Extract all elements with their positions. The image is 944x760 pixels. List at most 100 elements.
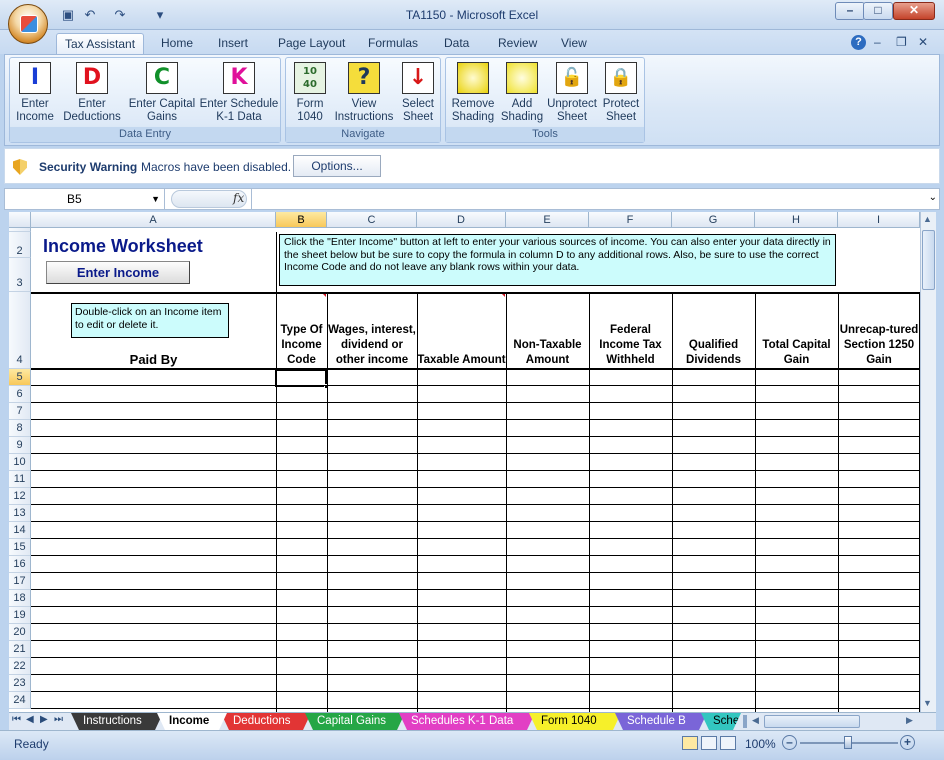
column-header-e[interactable]: E	[506, 212, 589, 228]
scroll-up-icon[interactable]: ▲	[923, 214, 932, 224]
row-header-2[interactable]: 2	[9, 232, 31, 258]
enter-deductions-button[interactable]: D Enter Deductions	[60, 62, 124, 124]
row-header-17[interactable]: 17	[9, 573, 31, 590]
row-header-18[interactable]: 18	[9, 590, 31, 607]
enter-income-sheet-button[interactable]: Enter Income	[46, 261, 190, 284]
header-top-border	[31, 292, 920, 294]
maximize-button[interactable]: □	[863, 2, 893, 20]
column-header-c[interactable]: C	[327, 212, 417, 228]
vertical-scrollbar[interactable]: ▲ ▼	[920, 212, 936, 712]
enter-capital-gains-button[interactable]: C Enter Capital Gains	[126, 62, 198, 124]
scroll-left-icon[interactable]: ◀	[752, 715, 759, 726]
select-all-corner[interactable]	[9, 212, 31, 228]
row-header-9[interactable]: 9	[9, 437, 31, 454]
scroll-down-icon[interactable]: ▼	[923, 698, 932, 708]
column-header-f[interactable]: F	[589, 212, 672, 228]
ribbon-restore-icon[interactable]: ❐	[896, 35, 907, 49]
normal-view-icon[interactable]	[682, 736, 698, 750]
select-sheet-button[interactable]: ↓ Select Sheet	[396, 62, 440, 124]
name-box[interactable]: B5 ▼	[5, 189, 165, 209]
sheet-tab-capital-gains[interactable]: Capital Gains	[305, 713, 405, 730]
page-break-view-icon[interactable]	[720, 736, 736, 750]
row-header-23[interactable]: 23	[9, 675, 31, 692]
row-header-14[interactable]: 14	[9, 522, 31, 539]
tab-page-layout[interactable]: Page Layout	[270, 33, 353, 54]
zoom-slider-thumb[interactable]	[844, 736, 852, 749]
tab-tax-assistant[interactable]: Tax Assistant	[56, 33, 145, 54]
tab-data[interactable]: Data	[436, 33, 477, 54]
row-header-8[interactable]: 8	[9, 420, 31, 437]
row-header-22[interactable]: 22	[9, 658, 31, 675]
options-button[interactable]: Options...	[293, 155, 381, 177]
row-header-12[interactable]: 12	[9, 488, 31, 505]
remove-shading-button[interactable]: Remove Shading	[448, 62, 498, 124]
sheet-tab-sche[interactable]: Sche	[701, 713, 741, 730]
help-icon[interactable]: ?	[851, 35, 866, 50]
row-header-13[interactable]: 13	[9, 505, 31, 522]
row-header-11[interactable]: 11	[9, 471, 31, 488]
insert-function-icon[interactable]: fx	[233, 191, 244, 205]
last-sheet-icon[interactable]: ⏭	[54, 714, 63, 725]
row-header-6[interactable]: 6	[9, 386, 31, 403]
zoom-in-icon[interactable]: +	[900, 735, 915, 750]
row-header-24[interactable]: 24	[9, 692, 31, 709]
tab-formulas[interactable]: Formulas	[360, 33, 426, 54]
scroll-thumb[interactable]	[922, 230, 935, 290]
zoom-out-icon[interactable]: –	[782, 735, 797, 750]
row-border	[31, 657, 920, 658]
row-header-16[interactable]: 16	[9, 556, 31, 573]
formula-input[interactable]	[251, 189, 925, 209]
row-header-4[interactable]: 4	[9, 292, 31, 369]
enter-income-button[interactable]: I Enter Income	[12, 62, 58, 124]
office-button[interactable]	[8, 4, 48, 44]
ribbon-close-icon[interactable]: ✕	[918, 35, 928, 49]
sheet-tab-schedules-k1[interactable]: Schedules K-1 Data	[399, 713, 535, 730]
sheet-tab-income[interactable]: Income	[157, 713, 227, 730]
expand-formula-bar-icon[interactable]: ⌄	[929, 192, 937, 203]
first-sheet-icon[interactable]: ⏮	[12, 714, 21, 725]
unprotect-sheet-button[interactable]: 🔓 Unprotect Sheet	[546, 62, 598, 124]
sheet-tab-schedule-b[interactable]: Schedule B	[615, 713, 707, 730]
tab-split-handle[interactable]	[743, 715, 747, 728]
row-border	[31, 674, 920, 675]
column-header-h[interactable]: H	[755, 212, 838, 228]
protect-sheet-button[interactable]: 🔒 Protect Sheet	[598, 62, 644, 124]
add-shading-button[interactable]: Add Shading	[498, 62, 546, 124]
chevron-down-icon[interactable]: ▼	[151, 189, 160, 209]
form-1040-button[interactable]: 10 40 Form 1040	[288, 62, 332, 124]
tab-insert[interactable]: Insert	[210, 33, 256, 54]
sheet-tab-instructions[interactable]: Instructions	[71, 713, 163, 730]
close-button[interactable]: ✕	[893, 2, 935, 20]
row-header-20[interactable]: 20	[9, 624, 31, 641]
group-tools: Remove Shading Add Shading 🔓 Unprotect Shee…	[445, 57, 645, 143]
enter-schedule-k1-button[interactable]: K Enter Schedule K-1 Data	[198, 62, 280, 124]
next-sheet-icon[interactable]: ▶	[40, 714, 48, 725]
sheet-tab-deductions[interactable]: Deductions	[221, 713, 311, 730]
row-header-5[interactable]: 5	[9, 369, 31, 386]
view-instructions-button[interactable]: ? View Instructions	[332, 62, 396, 124]
column-header-i[interactable]: I	[838, 212, 920, 228]
minimize-button[interactable]: –	[835, 2, 865, 20]
scroll-right-icon[interactable]: ▶	[906, 715, 913, 726]
row-header-7[interactable]: 7	[9, 403, 31, 420]
row-header-15[interactable]: 15	[9, 539, 31, 556]
zoom-level[interactable]: 100%	[745, 737, 776, 751]
row-header-19[interactable]: 19	[9, 607, 31, 624]
tab-review[interactable]: Review	[490, 33, 545, 54]
column-header-b[interactable]: B	[276, 212, 327, 228]
column-header-a[interactable]: A	[31, 212, 276, 228]
row-header-10[interactable]: 10	[9, 454, 31, 471]
column-header-g[interactable]: G	[672, 212, 755, 228]
column-header-d[interactable]: D	[417, 212, 506, 228]
tab-view[interactable]: View	[553, 33, 595, 54]
sheet-tab-form-1040[interactable]: Form 1040	[529, 713, 621, 730]
prev-sheet-icon[interactable]: ◀	[26, 714, 34, 725]
column-border	[755, 292, 756, 712]
ribbon-minimize-icon[interactable]: –	[874, 35, 881, 49]
row-header-3[interactable]: 3	[9, 258, 31, 292]
worksheet-grid[interactable]: A B C D E F G H I 2 3 4 5 Income Workshe…	[9, 212, 920, 712]
horizontal-scroll-thumb[interactable]	[764, 715, 860, 728]
row-header-21[interactable]: 21	[9, 641, 31, 658]
tab-home[interactable]: Home	[153, 33, 201, 54]
page-layout-view-icon[interactable]	[701, 736, 717, 750]
